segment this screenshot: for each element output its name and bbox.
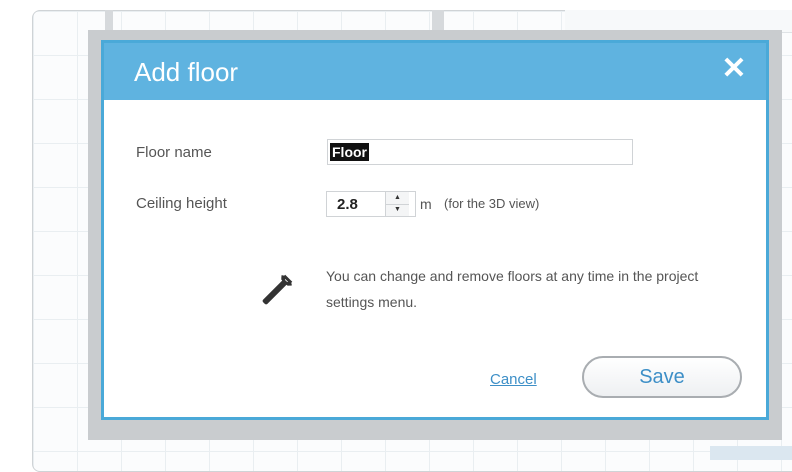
ceiling-height-input[interactable]: 2.8 ▲ ▼ — [326, 191, 416, 217]
ceiling-height-label: Ceiling height — [136, 195, 227, 212]
dialog-title: Add floor — [134, 57, 239, 87]
floor-name-input[interactable]: Floor — [327, 139, 633, 165]
ceiling-height-value: 2.8 — [337, 196, 358, 213]
ceiling-height-stepper[interactable]: ▲ ▼ — [385, 192, 409, 216]
add-floor-dialog: Add floor ✕ Floor name Floor Ceiling hei… — [101, 40, 769, 420]
floor-name-value: Floor — [330, 143, 369, 161]
info-text: You can change and remove floors at any … — [326, 268, 699, 310]
cancel-link[interactable]: Cancel — [490, 371, 537, 388]
stepper-down-icon[interactable]: ▼ — [386, 204, 409, 216]
dialog-header: Add floor ✕ — [104, 43, 766, 100]
ceiling-unit: m — [420, 196, 432, 212]
floor-name-label: Floor name — [136, 144, 212, 161]
wrench-icon — [262, 274, 293, 305]
save-button[interactable]: Save — [582, 356, 742, 398]
close-icon[interactable]: ✕ — [720, 54, 748, 84]
ceiling-note: (for the 3D view) — [444, 196, 540, 211]
